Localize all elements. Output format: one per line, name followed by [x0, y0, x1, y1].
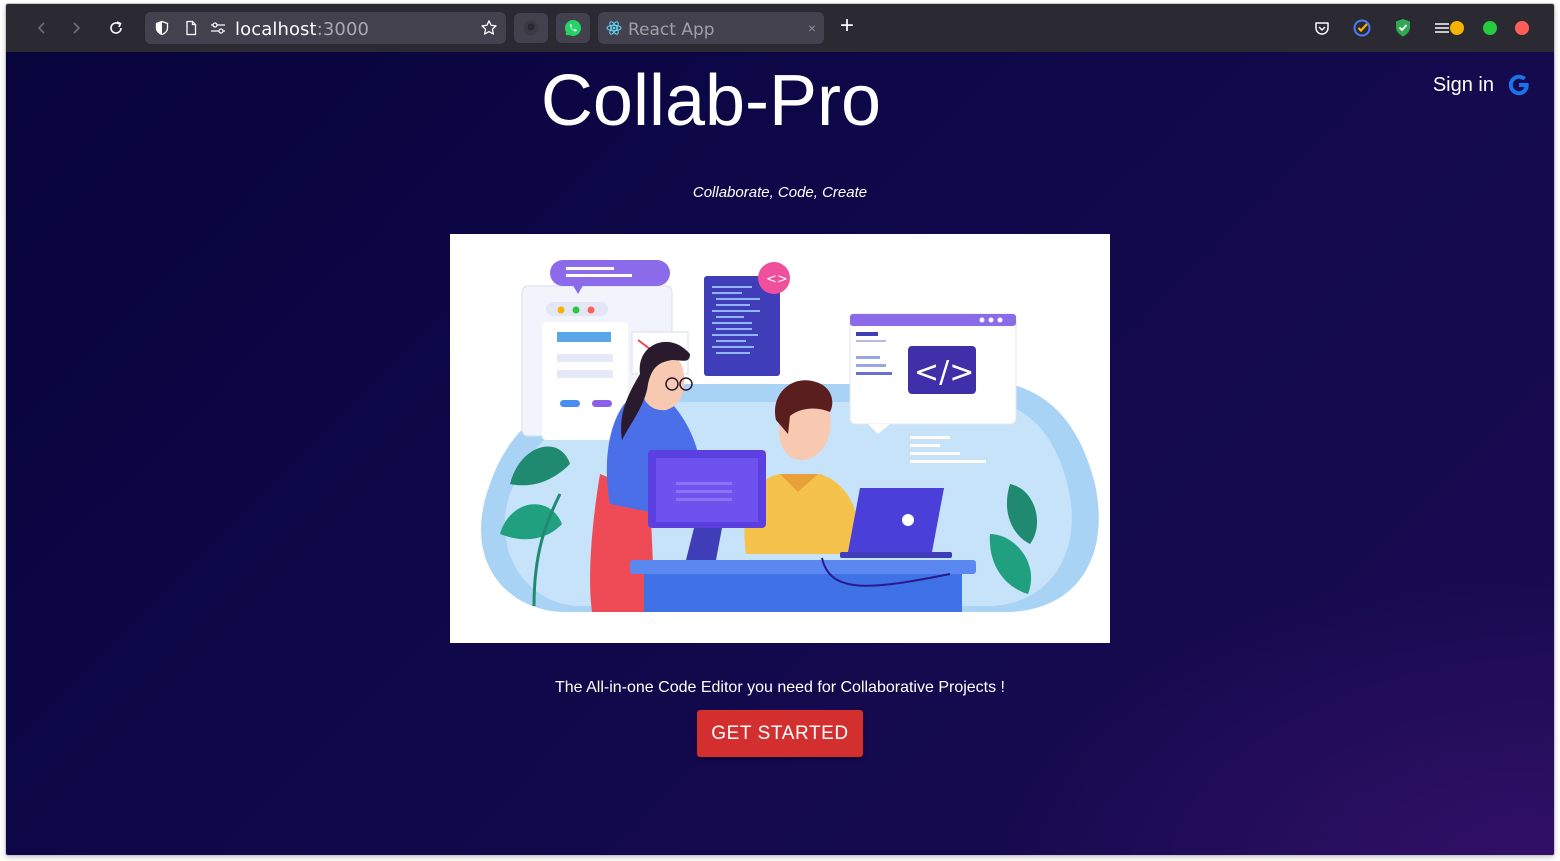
window-minimize-button[interactable]	[1450, 21, 1464, 35]
tab-react-app[interactable]: React App ×	[598, 12, 824, 44]
hamburger-icon	[1435, 23, 1449, 33]
reload-button[interactable]	[102, 14, 130, 42]
pocket-icon	[1315, 22, 1329, 35]
browser-window: localhost:3000 React App × + Collab-Pro …	[6, 4, 1554, 855]
collaboration-illustration: <> </>	[481, 260, 1099, 613]
get-started-button[interactable]: GET STARTED	[697, 710, 863, 757]
tagline: Collaborate, Code, Create	[692, 184, 868, 201]
page-content: Collab-Pro Sign in Collaborate, Code, Cr…	[6, 52, 1554, 855]
browser-toolbar: localhost:3000 React App × +	[6, 4, 1554, 52]
github-icon	[523, 20, 539, 36]
pocket-button[interactable]	[1308, 14, 1336, 42]
chevron-left-icon	[37, 22, 45, 34]
pinned-tab-whatsapp[interactable]	[556, 13, 590, 43]
tab-close-icon[interactable]: ×	[808, 20, 816, 36]
address-bar[interactable]: localhost:3000	[145, 12, 506, 44]
page-title: Collab-Pro	[540, 61, 882, 141]
tab-title: React App	[628, 20, 715, 40]
reload-icon	[110, 21, 122, 34]
site-permissions-icon[interactable]	[209, 19, 227, 37]
svg-text:</>: </>	[914, 355, 974, 390]
sign-in-label: Sign in	[1432, 73, 1494, 96]
shield-icon	[153, 19, 171, 37]
react-icon	[606, 21, 622, 35]
window-maximize-button[interactable]	[1483, 21, 1497, 35]
page-icon	[182, 19, 200, 37]
check-circle-icon	[1353, 19, 1371, 37]
chevron-right-icon	[73, 22, 81, 34]
extension-shield-button[interactable]	[1389, 14, 1417, 42]
extension-check-button[interactable]	[1348, 14, 1376, 42]
hero-subtext: The All-in-one Code Editor you need for …	[554, 679, 1005, 696]
new-tab-button[interactable]: +	[833, 12, 861, 40]
google-icon	[1508, 74, 1529, 96]
whatsapp-icon	[565, 20, 581, 36]
hero-illustration: <> </>	[450, 234, 1110, 643]
svg-text:<>: <>	[766, 272, 788, 287]
url-text: localhost:3000	[235, 19, 370, 40]
sign-in-button[interactable]: Sign in	[1433, 72, 1532, 98]
window-close-button[interactable]	[1515, 21, 1529, 35]
back-button[interactable]	[28, 14, 56, 42]
security-shield-icon	[1396, 19, 1410, 37]
forward-button[interactable]	[62, 14, 90, 42]
bookmark-star-icon[interactable]	[480, 19, 498, 37]
pinned-tab-github[interactable]	[514, 13, 548, 43]
